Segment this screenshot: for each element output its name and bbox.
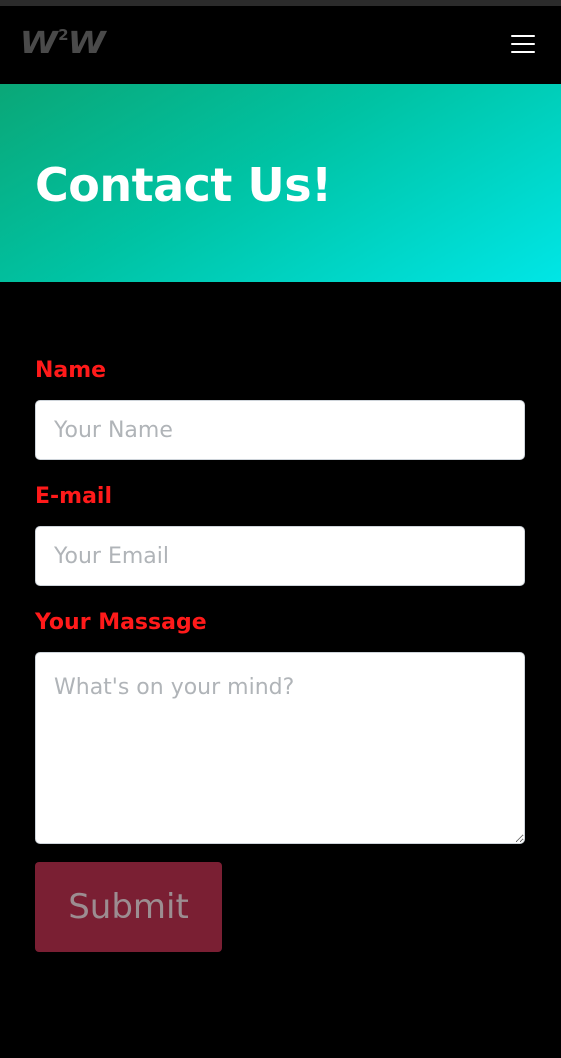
submit-button[interactable]: Submit [35,862,222,952]
site-logo[interactable]: W 2 W [19,26,106,61]
navbar: W 2 W [0,6,561,84]
hero-banner: Contact Us! [0,84,561,282]
page-title: Contact Us! [35,158,332,212]
message-label: Your Massage [35,610,207,635]
message-textarea[interactable] [35,652,525,844]
email-input[interactable] [35,526,525,586]
name-input[interactable] [35,400,525,460]
menu-bar [511,43,535,45]
logo-letter-left: W [19,26,58,61]
hamburger-menu-icon[interactable] [511,35,535,53]
email-label: E-mail [35,484,113,509]
menu-bar [511,51,535,53]
menu-bar [511,35,535,37]
logo-superscript: 2 [58,26,68,44]
logo-letter-right: W [67,26,105,61]
name-label: Name [35,358,107,383]
